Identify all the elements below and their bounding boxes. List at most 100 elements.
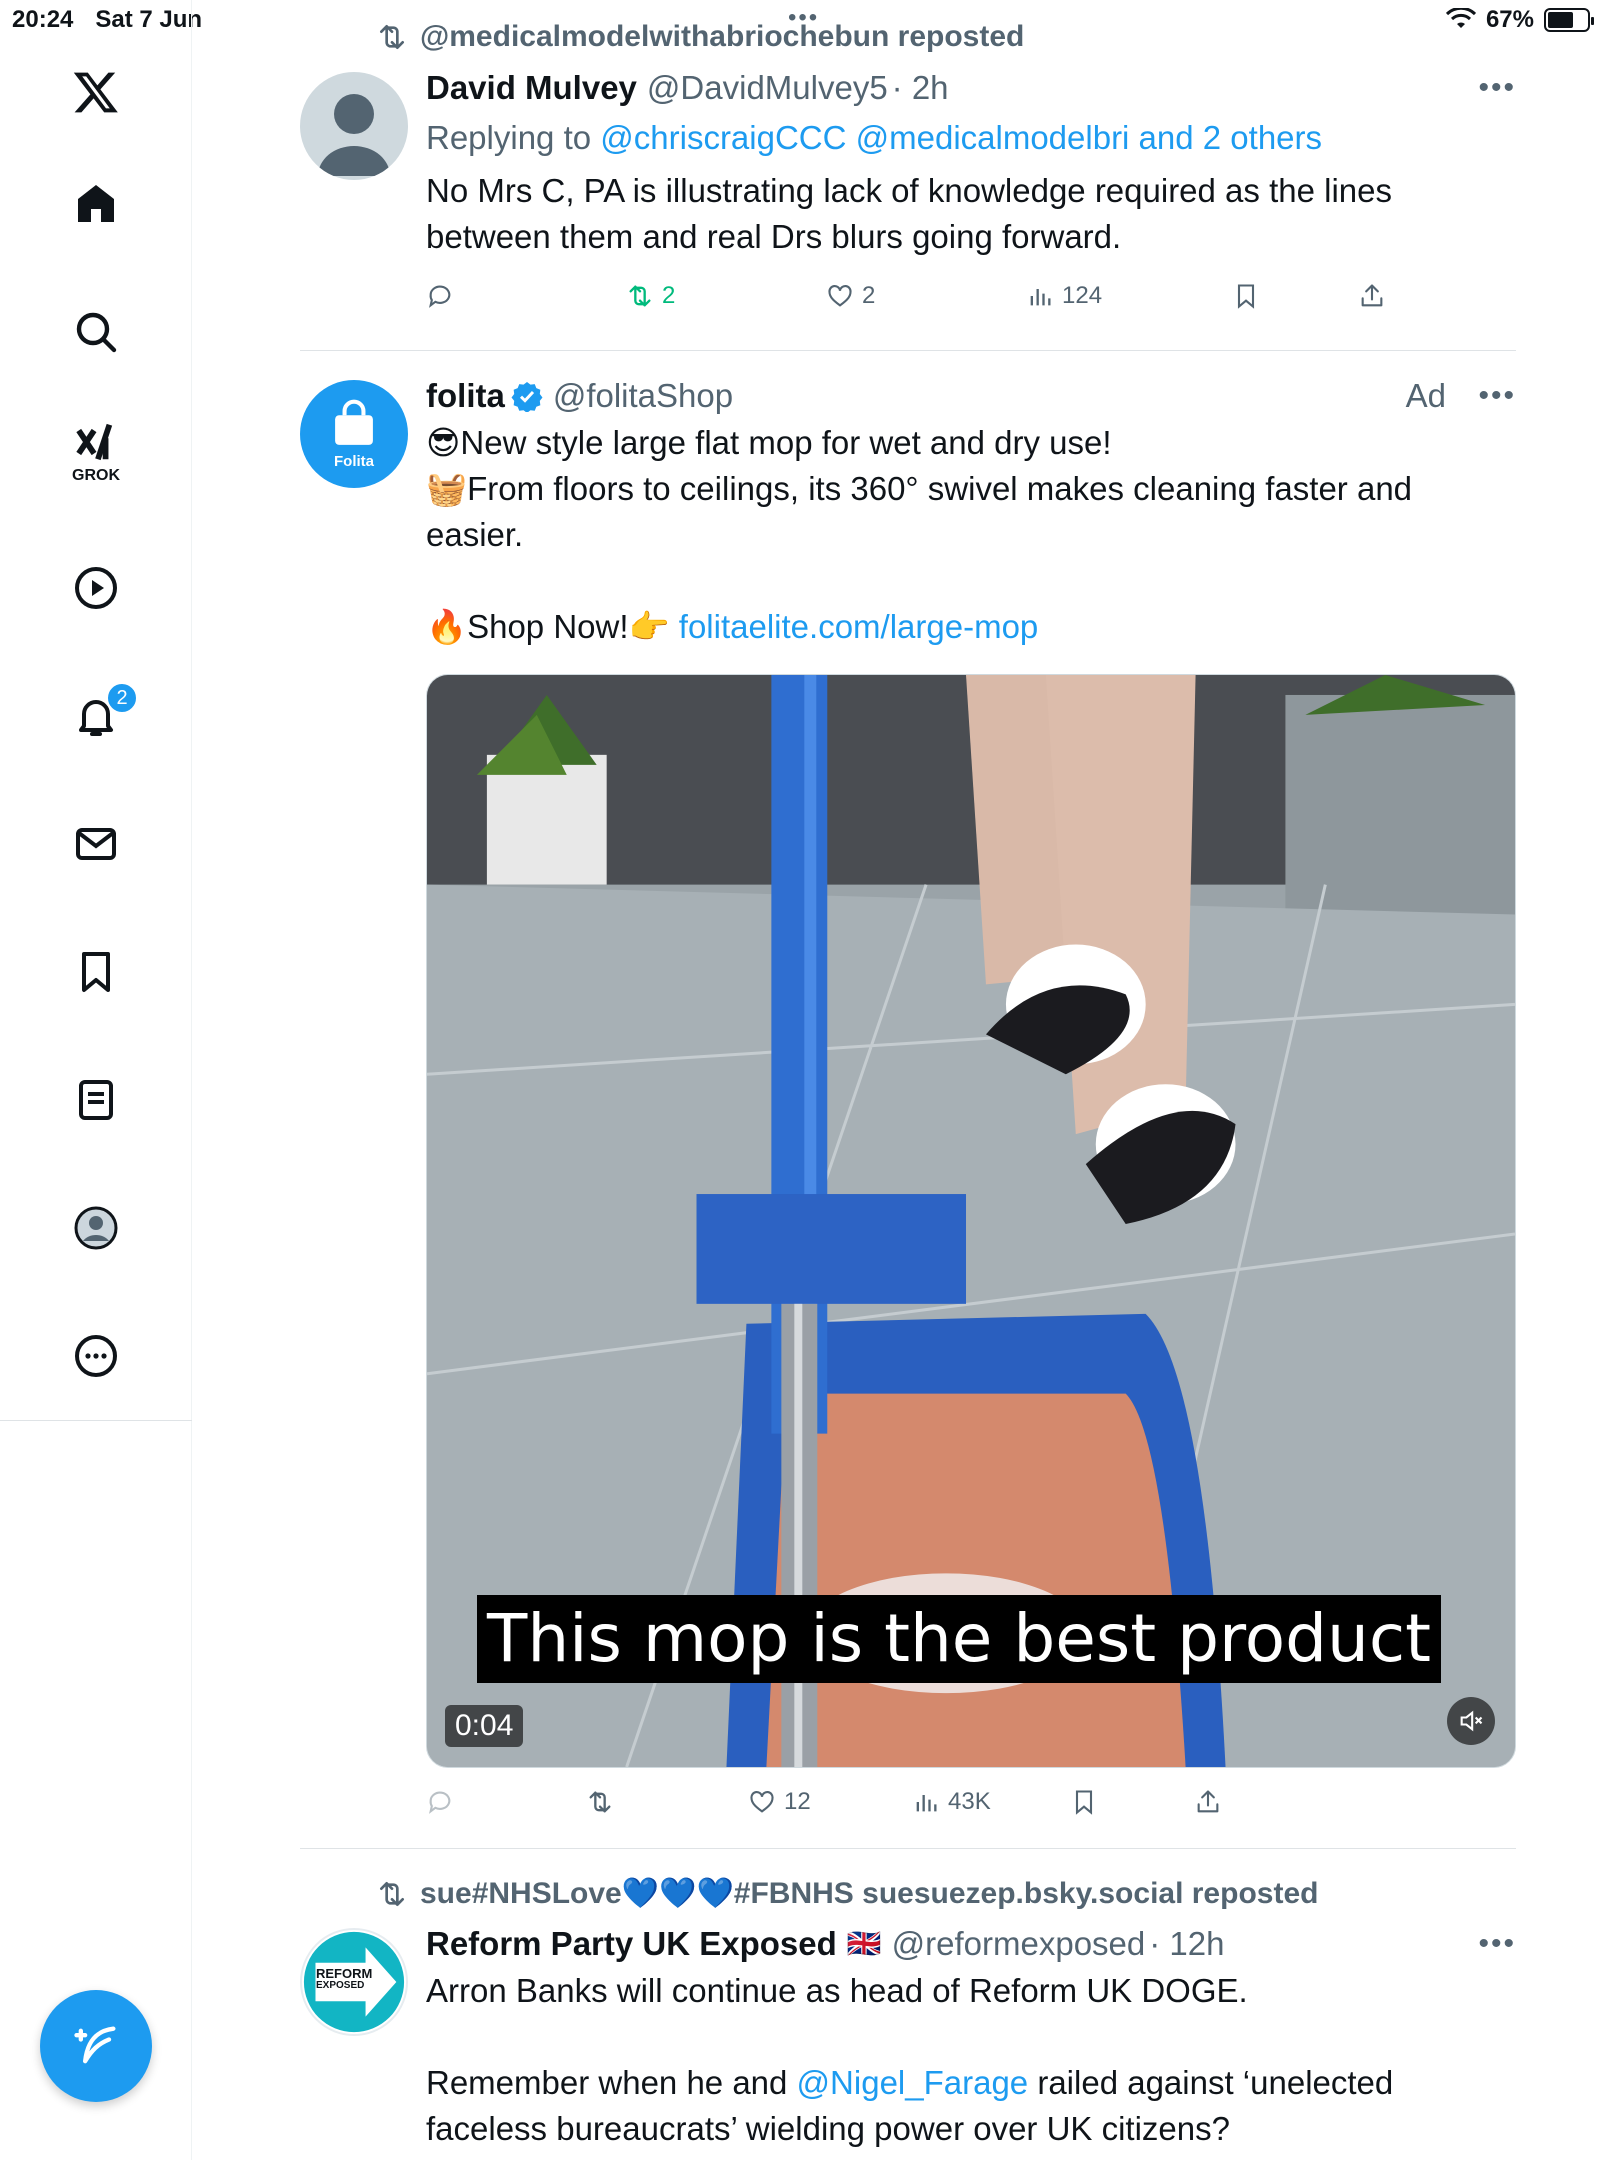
avatar-logo-text: REFORM EXPOSED [316, 1966, 373, 1992]
shop-now-text: 🔥Shop Now!👉 [426, 608, 679, 645]
more-options-icon[interactable]: ••• [1478, 374, 1516, 418]
post-time[interactable]: · 2h [892, 66, 949, 110]
bookmark-button[interactable] [1232, 282, 1260, 310]
compose-post-button[interactable] [40, 1990, 152, 2102]
post-divider [300, 350, 1516, 351]
repost-by-text: sue#NHSLove💙💙💙#FBNHS suesuezep.bsky.soci… [420, 1877, 1319, 1910]
home-icon[interactable] [48, 156, 144, 252]
post-text-1: Arron Banks will continue as head of Ref… [426, 1972, 1248, 2009]
view-count: 43K [948, 1788, 991, 1815]
repost-count: 2 [662, 282, 676, 309]
video-icon[interactable] [48, 540, 144, 636]
bookmarks-icon[interactable] [48, 924, 144, 1020]
repost-by-text: @medicalmodelwithabriochebun reposted [420, 20, 1025, 53]
repost-button[interactable]: 2 [626, 282, 675, 310]
notifications-icon[interactable]: 2 [48, 668, 144, 764]
post-header: folita @folitaShop [426, 374, 1516, 418]
compose-feather-icon [74, 2026, 116, 2064]
mention-link[interactable]: @Nigel_Farage [797, 2064, 1029, 2101]
repost-icon [380, 25, 404, 49]
reply-icon [429, 285, 451, 308]
reply-icon [429, 1791, 451, 1814]
speaker-muted-icon [1460, 1710, 1483, 1732]
views-icon [916, 1795, 937, 1812]
share-icon [1197, 1790, 1219, 1813]
ad-label: Ad [1405, 377, 1446, 414]
messages-icon[interactable] [48, 796, 144, 892]
author-handle[interactable]: @DavidMulvey5 [647, 66, 888, 110]
share-icon [1361, 284, 1383, 307]
heart-icon [828, 285, 852, 307]
avatar[interactable] [300, 72, 408, 180]
repost-indicator: sue#NHSLove💙💙💙#FBNHS suesuezep.bsky.soci… [376, 1876, 1318, 1911]
video-player[interactable]: This mop is the best product 0:04 [426, 674, 1516, 1768]
bookmark-button[interactable] [1070, 1788, 1098, 1816]
uk-flag-icon: 🇬🇧 [846, 1928, 882, 1959]
like-button[interactable]: 2 [826, 282, 875, 310]
battery-icon [1544, 8, 1594, 32]
post-actions: 12 43K [426, 1788, 1426, 1828]
post-divider [300, 1848, 1516, 1849]
post-header: David Mulvey @DavidMulvey5 · 2h [426, 66, 1516, 110]
avatar-logo-line-2: EXPOSED [316, 1980, 365, 1991]
ad-link[interactable]: folitaelite.com/large-mop [679, 608, 1039, 645]
verified-badge-icon [511, 382, 543, 412]
repost-icon [380, 1881, 404, 1906]
repost-indicator: @medicalmodelwithabriochebun reposted [376, 20, 1024, 54]
heart-icon [750, 1791, 774, 1813]
avatar-brand-text: Folita [334, 452, 374, 470]
more-options-icon[interactable]: ••• [1478, 1922, 1516, 1966]
notifications-badge: 2 [106, 682, 138, 714]
more-options-icon[interactable]: ••• [1478, 66, 1516, 110]
sidebar-nav: GROK 2 [0, 0, 192, 2160]
views-icon [1030, 289, 1051, 306]
lists-icon[interactable] [48, 1052, 144, 1148]
post-time[interactable]: · 12h [1149, 1922, 1224, 1966]
profile-icon[interactable] [48, 1180, 144, 1276]
avatar[interactable]: Folita [300, 380, 408, 488]
wifi-icon [1445, 8, 1476, 28]
ad-line-1: 😎New style large flat mop for wet and dr… [426, 424, 1112, 461]
author-handle[interactable]: @reformexposed [892, 1922, 1146, 1966]
shopping-bag-icon [335, 399, 373, 445]
replying-to: Replying to @chriscraigCCC @medicalmodel… [426, 116, 1516, 160]
like-button[interactable]: 12 [748, 1788, 811, 1816]
grok-label: GROK [72, 467, 120, 484]
share-button[interactable] [1194, 1788, 1222, 1816]
avatar[interactable]: REFORM EXPOSED [300, 1928, 408, 2036]
repost-icon [629, 285, 651, 307]
ad-line-3: 🔥Shop Now!👉 folitaelite.com/large-mop [426, 604, 1516, 650]
battery-percent: 67% [1485, 6, 1534, 33]
status-indicators: 67% [1445, 6, 1594, 34]
reply-button[interactable] [426, 1788, 454, 1816]
mute-button[interactable] [1447, 1697, 1495, 1745]
replying-to-mentions[interactable]: @chriscraigCCC @medicalmodelbri and 2 ot… [600, 116, 1322, 160]
replying-prefix: Replying to [426, 119, 601, 156]
like-count: 12 [784, 1788, 811, 1815]
views-button[interactable]: 43K [912, 1788, 991, 1816]
like-count: 2 [862, 282, 876, 309]
x-logo-icon[interactable] [48, 44, 144, 140]
post-text: No Mrs C, PA is illustrating lack of kno… [426, 172, 1392, 255]
views-button[interactable]: 124 [1026, 282, 1102, 310]
grok-icon[interactable]: GROK [48, 404, 144, 500]
default-avatar-icon [318, 94, 390, 176]
post-header: Reform Party UK Exposed 🇬🇧 @reformexpose… [426, 1922, 1516, 1966]
video-caption: This mop is the best product [477, 1595, 1441, 1683]
repost-icon [589, 1791, 611, 1813]
reply-button[interactable] [426, 282, 454, 310]
author-name[interactable]: folita [426, 374, 505, 418]
author-name[interactable]: David Mulvey [426, 66, 637, 110]
bookmark-icon [1237, 284, 1255, 309]
repost-button[interactable] [586, 1788, 614, 1816]
share-button[interactable] [1358, 282, 1386, 310]
video-timer: 0:04 [445, 1705, 524, 1747]
ad-line-2: 🧺From floors to ceilings, its 360° swive… [426, 470, 1413, 553]
post-actions: 2 2 124 [426, 282, 1426, 322]
author-handle[interactable]: @folitaShop [553, 374, 733, 418]
search-icon[interactable] [48, 284, 144, 380]
more-icon[interactable] [48, 1308, 144, 1404]
avatar-logo-line-1: REFORM [316, 1966, 373, 1981]
bookmark-icon [1075, 1790, 1093, 1815]
author-name[interactable]: Reform Party UK Exposed [426, 1922, 837, 1966]
